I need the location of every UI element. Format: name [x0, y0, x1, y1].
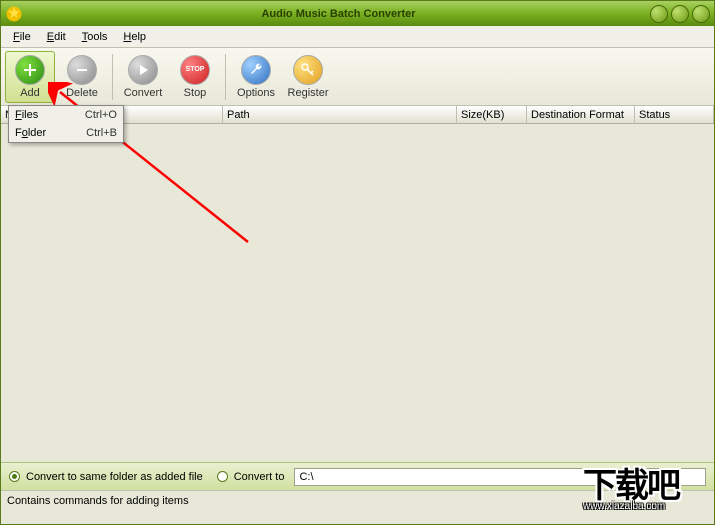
menu-file[interactable]: File [5, 28, 39, 46]
titlebar[interactable]: Audio Music Batch Converter [1, 1, 714, 26]
toolbar: Add Delete Convert STOP Stop Option [1, 48, 714, 106]
separator [112, 54, 113, 100]
minus-icon [67, 55, 97, 85]
radio-same-folder[interactable] [9, 471, 20, 482]
convert-to-label: Convert to [234, 471, 285, 483]
menu-tools[interactable]: Tools [74, 28, 116, 46]
close-button[interactable] [692, 5, 710, 23]
output-panel: Convert to same folder as added file Con… [1, 462, 714, 490]
col-format[interactable]: Destination Format [527, 106, 635, 123]
radio-convert-to[interactable] [217, 471, 228, 482]
same-folder-label: Convert to same folder as added file [26, 471, 203, 483]
dropdown-files[interactable]: Files Ctrl+O [9, 106, 123, 124]
delete-button[interactable]: Delete [57, 51, 107, 103]
add-label: Add [20, 87, 40, 99]
minimize-button[interactable] [650, 5, 668, 23]
status-text: Contains commands for adding items [7, 495, 189, 507]
add-dropdown: Files Ctrl+O Folder Ctrl+B [8, 105, 124, 143]
options-button[interactable]: Options [231, 51, 281, 103]
plus-icon [15, 55, 45, 85]
col-size[interactable]: Size(KB) [457, 106, 527, 123]
window-controls [650, 5, 710, 23]
menubar: File Edit Tools Help [1, 26, 714, 48]
app-window: Audio Music Batch Converter File Edit To… [0, 0, 715, 525]
add-button[interactable]: Add [5, 51, 55, 103]
delete-label: Delete [66, 87, 98, 99]
col-status[interactable]: Status [635, 106, 714, 123]
menu-help[interactable]: Help [115, 28, 154, 46]
col-path[interactable]: Path [223, 106, 457, 123]
stop-label: Stop [184, 87, 207, 99]
separator [225, 54, 226, 100]
options-label: Options [237, 87, 275, 99]
menu-edit[interactable]: Edit [39, 28, 74, 46]
window-title: Audio Music Batch Converter [27, 8, 650, 20]
output-path-input[interactable] [294, 468, 706, 486]
app-icon [5, 5, 23, 23]
shortcut-text: Ctrl+B [86, 127, 117, 139]
file-list[interactable] [1, 124, 714, 462]
wrench-icon [241, 55, 271, 85]
register-button[interactable]: Register [283, 51, 333, 103]
stop-button[interactable]: STOP Stop [170, 51, 220, 103]
stop-icon: STOP [180, 55, 210, 85]
convert-label: Convert [124, 87, 163, 99]
play-icon [128, 55, 158, 85]
register-label: Register [288, 87, 329, 99]
convert-button[interactable]: Convert [118, 51, 168, 103]
statusbar: Contains commands for adding items [1, 490, 714, 510]
shortcut-text: Ctrl+O [85, 109, 117, 121]
dropdown-folder[interactable]: Folder Ctrl+B [9, 124, 123, 142]
maximize-button[interactable] [671, 5, 689, 23]
key-icon [293, 55, 323, 85]
